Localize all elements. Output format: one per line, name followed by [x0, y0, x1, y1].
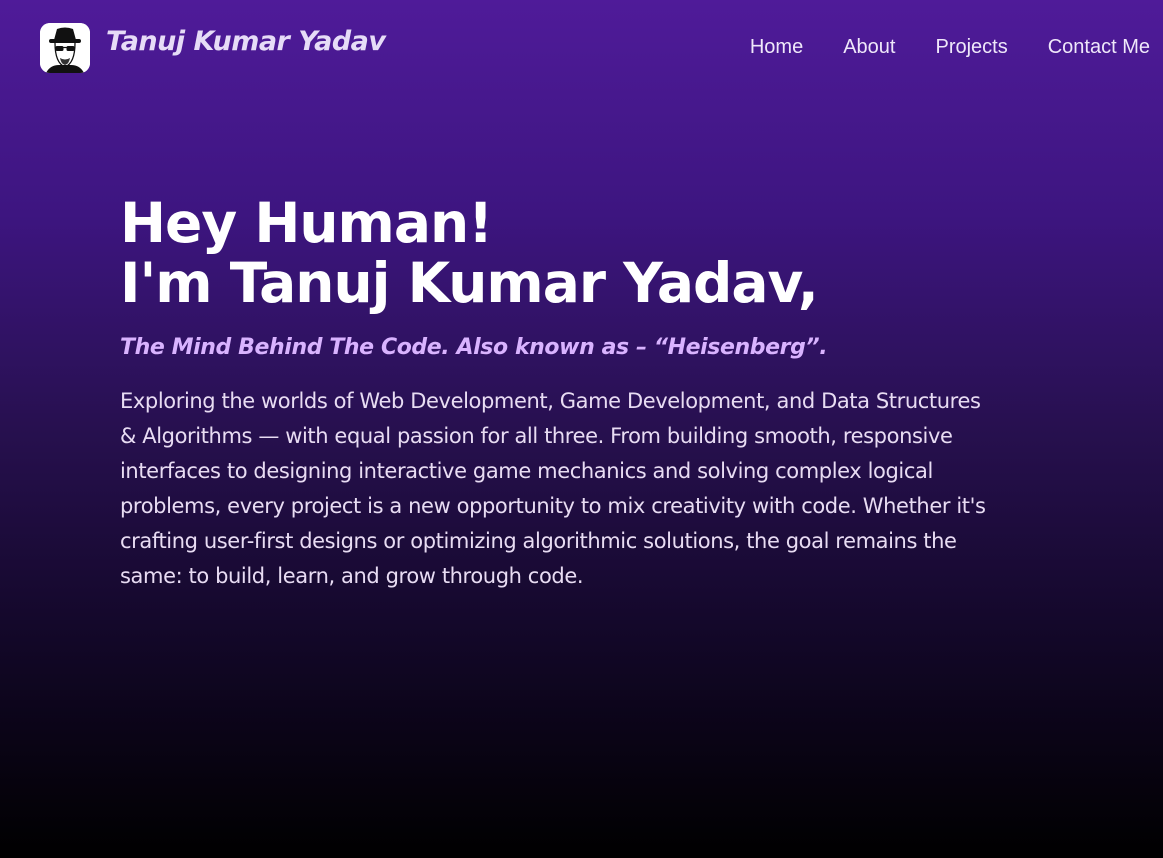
hero-greeting: Hey Human! [120, 191, 493, 255]
hero-section: Hey Human! I'm Tanuj Kumar Yadav, The Mi… [120, 193, 1000, 594]
brand-name[interactable]: Tanuj Kumar Yadav [106, 26, 386, 57]
main-nav: Home About Projects Contact Me [750, 36, 1150, 59]
navbar: Tanuj Kumar Yadav Home About Projects Co… [0, 0, 1163, 96]
nav-link-home[interactable]: Home [750, 36, 803, 59]
hero-tagline: The Mind Behind The Code. Also known as … [120, 335, 828, 360]
logo[interactable] [40, 23, 90, 73]
heisenberg-avatar-icon [40, 23, 90, 73]
nav-link-projects[interactable]: Projects [935, 36, 1007, 59]
hero-intro: I'm Tanuj Kumar Yadav, [120, 251, 819, 315]
nav-link-about[interactable]: About [843, 36, 895, 59]
hero-description: Exploring the worlds of Web Development,… [120, 389, 986, 588]
nav-link-contact-me[interactable]: Contact Me [1048, 36, 1150, 59]
